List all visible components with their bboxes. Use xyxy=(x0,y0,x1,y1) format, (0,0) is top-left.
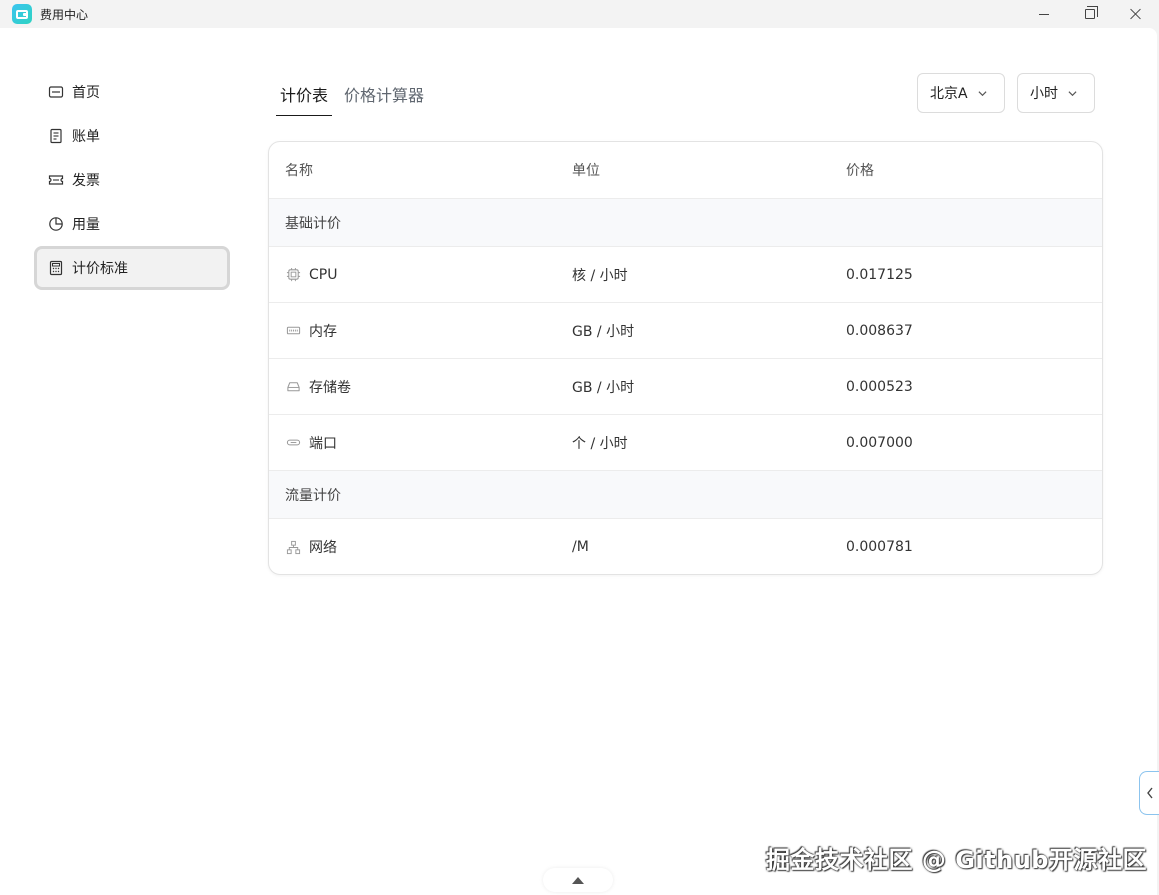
calculator-icon xyxy=(48,260,64,276)
row-name: CPU xyxy=(309,266,338,283)
sidebar-item-label: 账单 xyxy=(72,129,100,145)
group-row-basic: 基础计价 xyxy=(269,199,1102,247)
table-row: 网络 /M 0.000781 xyxy=(269,519,1102,574)
table-row: 存储卷 GB / 小时 0.000523 xyxy=(269,359,1102,415)
restore-button[interactable] xyxy=(1067,0,1113,28)
row-unit: /M xyxy=(572,539,589,555)
bottom-panel-handle[interactable] xyxy=(543,868,613,892)
group-row-traffic: 流量计价 xyxy=(269,471,1102,519)
side-panel-toggle[interactable] xyxy=(1139,771,1159,815)
header-price: 价格 xyxy=(846,163,874,179)
table-row: 内存 GB / 小时 0.008637 xyxy=(269,303,1102,359)
row-name: 网络 xyxy=(309,540,337,556)
network-icon xyxy=(285,539,301,555)
bill-icon xyxy=(48,128,64,144)
row-price: 0.000781 xyxy=(846,539,913,555)
table-row: 端口 个 / 小时 0.007000 xyxy=(269,415,1102,471)
group-label: 流量计价 xyxy=(285,487,341,504)
row-price: 0.017125 xyxy=(846,266,913,283)
region-select[interactable]: 北京A xyxy=(917,73,1005,113)
group-label: 基础计价 xyxy=(285,215,341,232)
port-icon xyxy=(285,435,301,451)
window-title: 费用中心 xyxy=(40,8,89,22)
row-price: 0.008637 xyxy=(846,322,913,339)
minimize-button[interactable] xyxy=(1021,0,1067,28)
table-header-row: 名称 单位 价格 xyxy=(269,142,1102,199)
memory-icon xyxy=(285,323,301,339)
caret-up-icon xyxy=(572,876,584,884)
time-unit-select-value: 小时 xyxy=(1030,86,1058,102)
sidebar-item-label: 首页 xyxy=(72,85,100,101)
disk-icon xyxy=(285,379,301,395)
close-icon xyxy=(1130,8,1142,20)
invoice-icon xyxy=(48,172,64,188)
row-name: 端口 xyxy=(309,435,337,452)
chevron-down-icon xyxy=(1068,90,1077,96)
tab-bar: 计价表 价格计算器 xyxy=(276,80,436,116)
sidebar: 首页 账单 发票 用量 计价标准 xyxy=(34,70,230,290)
chevron-left-icon xyxy=(1146,787,1153,799)
row-unit: GB / 小时 xyxy=(572,323,635,340)
row-unit: 个 / 小时 xyxy=(572,435,628,452)
sidebar-item-label: 用量 xyxy=(72,217,100,233)
header-name: 名称 xyxy=(285,163,313,179)
time-unit-select[interactable]: 小时 xyxy=(1017,73,1095,113)
pie-chart-icon xyxy=(48,216,64,232)
pricing-table: 名称 单位 价格 基础计价 CPU 核 / 小时 0.017125 内存 GB … xyxy=(268,141,1103,575)
main-content: 首页 账单 发票 用量 计价标准 计价表 价格计算器 北京A 小时 名称 单位 … xyxy=(0,28,1157,895)
sidebar-item-label: 发票 xyxy=(72,173,100,189)
region-select-value: 北京A xyxy=(930,86,968,102)
row-price: 0.000523 xyxy=(846,378,913,395)
title-bar: 费用中心 xyxy=(0,0,1159,28)
tab-price-table[interactable]: 计价表 xyxy=(276,80,333,116)
sidebar-item-pricing[interactable]: 计价标准 xyxy=(34,246,230,290)
watermark: 掘金技术社区 @ Github开源社区 xyxy=(766,846,1147,874)
sidebar-item-usage[interactable]: 用量 xyxy=(34,202,230,246)
row-unit: GB / 小时 xyxy=(572,379,635,396)
tab-price-calculator[interactable]: 价格计算器 xyxy=(340,80,428,116)
home-icon xyxy=(48,84,64,100)
sidebar-item-invoice[interactable]: 发票 xyxy=(34,158,230,202)
minimize-icon xyxy=(1039,13,1049,15)
sidebar-item-label: 计价标准 xyxy=(72,261,128,277)
close-button[interactable] xyxy=(1113,0,1159,28)
row-price: 0.007000 xyxy=(846,434,913,451)
sidebar-item-home[interactable]: 首页 xyxy=(34,70,230,114)
row-unit: 核 / 小时 xyxy=(572,267,628,284)
sidebar-item-bills[interactable]: 账单 xyxy=(34,114,230,158)
row-name: 内存 xyxy=(309,323,337,340)
wallet-app-icon xyxy=(12,4,32,24)
table-row: CPU 核 / 小时 0.017125 xyxy=(269,247,1102,303)
chevron-down-icon xyxy=(978,90,987,96)
header-unit: 单位 xyxy=(572,163,600,179)
cpu-icon xyxy=(285,267,301,283)
row-name: 存储卷 xyxy=(309,379,351,396)
restore-icon xyxy=(1085,6,1098,19)
